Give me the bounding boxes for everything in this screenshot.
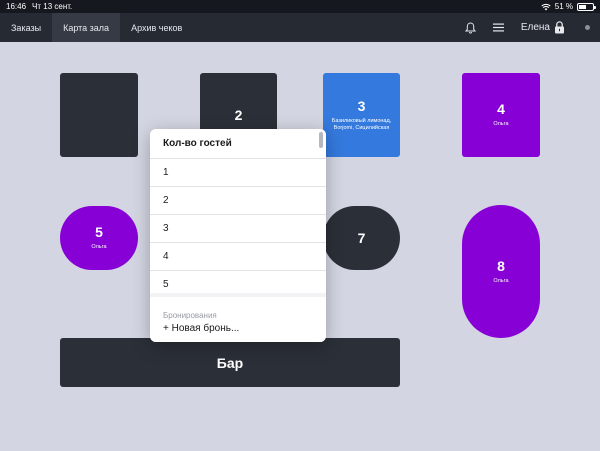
bar-label: Бар [216, 354, 244, 371]
table-number: 7 [357, 230, 366, 246]
table-waiter: Ольга [91, 244, 107, 251]
bar-counter[interactable]: Бар [60, 338, 400, 387]
table-4[interactable]: 4 Ольга [462, 73, 540, 157]
guest-count-list[interactable]: Кол-во гостей 1 2 3 4 5 [150, 129, 326, 293]
wifi-icon [541, 3, 551, 10]
connection-status-dot [585, 25, 590, 30]
scrollbar[interactable] [319, 132, 323, 148]
tab-receipts-archive[interactable]: Архив чеков [120, 13, 193, 42]
table-number: 2 [234, 107, 243, 123]
battery-fill [579, 4, 586, 9]
user-name: Елена [520, 22, 550, 33]
tab-receipts-archive-label: Архив чеков [131, 22, 183, 33]
tab-hall-map-label: Карта зала [63, 22, 110, 33]
table-waiter: Ольга [493, 121, 509, 128]
guest-option-3[interactable]: 3 [150, 215, 326, 243]
table-number: 5 [95, 224, 103, 241]
tab-orders-label: Заказы [11, 22, 42, 33]
new-booking-button[interactable]: + Новая бронь... [163, 323, 313, 334]
table-number: 4 [497, 101, 505, 118]
user-button[interactable]: Елена [513, 21, 571, 34]
guest-option-1[interactable]: 1 [150, 159, 326, 187]
status-date: Чт 13 сент. [32, 2, 73, 11]
battery-icon [577, 2, 596, 11]
booking-section: Бронирования + Новая бронь... [150, 297, 326, 342]
table-1[interactable] [60, 73, 138, 157]
status-time: 16:46 [6, 2, 27, 11]
table-order-items: Базиликовый лимонад, Borjomi, Сицилийска… [331, 117, 392, 131]
guest-option-5[interactable]: 5 [150, 271, 326, 293]
popover-title: Кол-во гостей [150, 129, 326, 159]
guest-option-2[interactable]: 2 [150, 187, 326, 215]
bell-icon[interactable] [457, 13, 485, 42]
table-number: 3 [357, 97, 366, 114]
status-bar: 16:46 Чт 13 сент. 51 % [0, 0, 600, 13]
table-8[interactable]: 8 Ольга [462, 205, 540, 338]
table-3[interactable]: 3 Базиликовый лимонад, Borjomi, Сицилийс… [323, 73, 400, 157]
menu-icon[interactable] [485, 13, 513, 42]
guest-count-popover: Кол-во гостей 1 2 3 4 5 Бронирования + Н… [150, 129, 326, 342]
table-7[interactable]: 7 [323, 206, 400, 270]
booking-label: Бронирования [163, 311, 217, 320]
tab-orders[interactable]: Заказы [0, 13, 52, 42]
battery-percent: 51 % [554, 2, 573, 11]
table-waiter: Ольга [493, 277, 509, 284]
nav-bar: Заказы Карта зала Архив чеков Елена [0, 13, 600, 42]
table-number: 8 [497, 257, 505, 274]
tab-hall-map[interactable]: Карта зала [52, 13, 121, 42]
lock-icon [555, 21, 564, 34]
guest-option-4[interactable]: 4 [150, 243, 326, 271]
table-5[interactable]: 5 Ольга [60, 206, 138, 270]
